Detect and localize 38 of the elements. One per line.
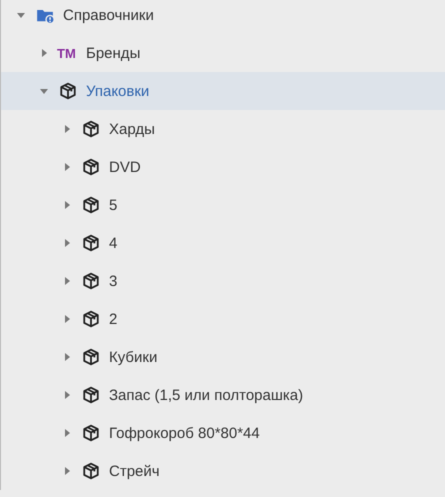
item-label: 5: [109, 196, 118, 214]
tree-item[interactable]: 2: [1, 300, 445, 338]
tree-item[interactable]: Справочники: [1, 0, 445, 34]
box-icon: [82, 158, 100, 176]
item-label: Харды: [109, 120, 155, 138]
box-icon: [59, 82, 77, 100]
tree-item[interactable]: Упаковки: [1, 72, 445, 110]
box-icon: [82, 424, 100, 442]
tree-item[interactable]: 4: [1, 224, 445, 262]
item-label: Бренды: [86, 44, 140, 62]
item-label: DVD: [109, 158, 141, 176]
tree-item[interactable]: TM Бренды: [1, 34, 445, 72]
box-icon: [82, 348, 100, 366]
tree-item[interactable]: Запас (1,5 или полторашка): [1, 376, 445, 414]
tree-item[interactable]: 5: [1, 186, 445, 224]
item-label: Запас (1,5 или полторашка): [109, 386, 304, 404]
item-label: Справочники: [63, 6, 154, 24]
item-label: 4: [109, 234, 118, 252]
box-icon: [82, 310, 100, 328]
item-label: Упаковки: [86, 82, 150, 100]
item-label: Стрейч: [109, 462, 160, 480]
tree-item[interactable]: Гофрокороб 80*80*44: [1, 414, 445, 452]
item-label: Кубики: [109, 348, 158, 366]
trademark-icon: TM: [57, 46, 77, 60]
box-icon: [82, 196, 100, 214]
tree-item[interactable]: DVD: [1, 148, 445, 186]
box-icon: [82, 234, 100, 252]
item-label: 3: [109, 272, 118, 290]
item-label: 2: [109, 310, 118, 328]
tree-item[interactable]: 3: [1, 262, 445, 300]
box-icon: [82, 462, 100, 480]
tree-item[interactable]: Кубики: [1, 338, 445, 376]
item-label: Гофрокороб 80*80*44: [109, 424, 260, 442]
box-icon: [82, 120, 100, 138]
tree-item[interactable]: Стрейч: [1, 452, 445, 490]
tree-item[interactable]: Харды: [1, 110, 445, 148]
box-icon: [82, 386, 100, 404]
box-icon: [82, 272, 100, 290]
